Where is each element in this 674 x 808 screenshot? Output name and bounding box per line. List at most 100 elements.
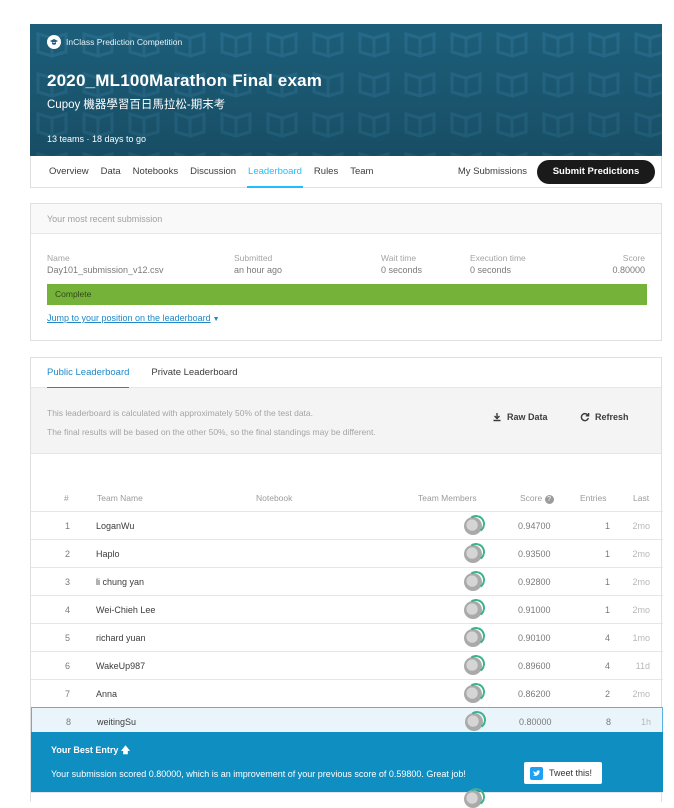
team-member-avatar[interactable] [464,601,482,619]
last-cell: 1h [640,717,651,727]
team-member-avatar[interactable] [464,573,482,591]
score-label: Score [622,253,645,263]
tab-team[interactable]: Team [349,156,374,188]
score-cell: 0.90100 [518,633,551,643]
team-member-avatar[interactable] [464,657,482,675]
competition-nav: Overview Data Notebooks Discussion Leade… [30,156,662,188]
tab-private-leaderboard[interactable]: Private Leaderboard [151,358,237,388]
graduation-cap-icon [47,35,61,49]
competition-meta: 13 teams · 18 days to go [47,134,147,144]
entries-cell: 2 [604,689,610,699]
entries-cell: 1 [604,605,610,615]
entries-cell: 1 [604,549,610,559]
table-row[interactable]: 2 Haplo 0.93500 1 2mo [31,539,663,567]
table-row-partial [31,790,663,808]
rank-cell: 5 [65,633,71,643]
submission-wait-time: Wait time 0 seconds [381,253,422,275]
team-member-avatar[interactable] [464,790,482,808]
leaderboard-tabs: Public Leaderboard Private Leaderboard [31,358,661,389]
help-icon[interactable]: ? [544,495,554,504]
team-name-cell[interactable]: Anna [96,689,117,699]
recent-submission-heading: Your most recent submission [31,204,661,234]
score-cell: 0.80000 [519,717,552,727]
info-line-1: This leaderboard is calculated with appr… [47,408,314,418]
team-name-cell[interactable]: li chung yan [96,577,144,587]
competition-title: 2020_ML100Marathon Final exam [47,71,323,90]
twitter-icon [530,766,543,780]
col-score[interactable]: Score ? [520,493,554,504]
last-cell: 2mo [632,549,650,559]
table-row[interactable]: 8 weitingSu 0.80000 8 1h [31,707,663,735]
jump-link-label: Jump to your position on the leaderboard [47,313,211,323]
team-member-avatar[interactable] [464,517,482,535]
submission-name: Name Day101_submission_v12.csv [47,253,164,275]
submission-score: Score 0.80000 [612,253,645,275]
col-score-label: Score [520,493,543,503]
team-member-avatar[interactable] [464,685,482,703]
team-member-avatar[interactable] [464,629,482,647]
entries-cell: 4 [604,661,610,671]
last-cell: 11d [635,661,650,671]
tab-rules[interactable]: Rules [313,156,339,188]
rank-cell: 7 [65,689,71,699]
tab-leaderboard[interactable]: Leaderboard [247,156,303,188]
best-entry-banner: Your Best Entry 🡅 Your submission scored… [31,732,663,792]
entries-cell: 8 [605,717,611,727]
submission-submitted: Submitted an hour ago [234,253,282,275]
team-member-avatar[interactable] [465,713,483,731]
tab-notebooks[interactable]: Notebooks [132,156,179,188]
raw-data-label: Raw Data [507,412,548,422]
team-name-cell[interactable]: richard yuan [96,633,146,643]
best-entry-title-label: Your Best Entry [51,745,119,755]
download-icon [493,413,501,422]
entries-cell: 1 [604,577,610,587]
best-entry-message: Your submission scored 0.80000, which is… [51,769,466,779]
last-cell: 2mo [632,577,650,587]
team-name-cell[interactable]: WakeUp987 [96,661,145,671]
tab-discussion[interactable]: Discussion [189,156,237,188]
score-value: 0.80000 [612,265,645,275]
last-cell: 2mo [632,605,650,615]
score-cell: 0.93500 [518,549,551,559]
col-last: Last [633,493,650,503]
score-cell: 0.86200 [518,689,551,699]
tweet-label: Tweet this! [549,768,593,778]
tab-overview[interactable]: Overview [48,156,90,188]
col-notebook: Notebook [256,493,293,503]
table-row[interactable]: 7 Anna 0.86200 2 2mo [31,679,663,707]
refresh-button[interactable]: Refresh [580,412,629,422]
table-row[interactable]: 6 WakeUp987 0.89600 4 11d [31,651,663,679]
table-row[interactable]: 1 LoganWu 0.94700 1 2mo [31,511,663,539]
tab-data[interactable]: Data [100,156,122,188]
rank-cell: 4 [65,605,71,615]
tab-public-leaderboard[interactable]: Public Leaderboard [47,358,130,389]
col-rank: # [64,493,69,503]
team-name-cell[interactable]: LoganWu [96,521,134,531]
col-team-name: Team Name [97,493,143,503]
team-name-cell[interactable]: weitingSu [97,717,136,727]
recent-submission-panel: Your most recent submission Name Day101_… [30,203,662,341]
submit-predictions-button[interactable]: Submit Predictions [537,159,655,184]
last-cell: 2mo [632,521,650,531]
table-row[interactable]: 4 Wei-Chieh Lee 0.91000 1 2mo [31,595,663,623]
team-name-cell[interactable]: Haplo [96,549,120,559]
last-cell: 1mo [632,633,650,643]
jump-to-position-link[interactable]: Jump to your position on the leaderboard… [47,313,220,323]
table-row[interactable]: 5 richard yuan 0.90100 4 1mo [31,623,663,651]
raw-data-button[interactable]: Raw Data [492,412,548,422]
team-name-cell[interactable]: Wei-Chieh Lee [96,605,155,615]
name-value: Day101_submission_v12.csv [47,265,164,275]
table-row[interactable]: 3 li chung yan 0.92800 1 2mo [31,567,663,595]
rank-cell: 6 [65,661,71,671]
my-submissions-link[interactable]: My Submissions [458,166,527,177]
team-member-avatar[interactable] [464,545,482,563]
leaderboard-panel: Public Leaderboard Private Leaderboard T… [30,357,663,808]
info-line-2: The final results will be based on the o… [47,427,376,437]
arrow-up-icon: 🡅 [120,745,131,755]
score-cell: 0.91000 [518,605,551,615]
submitted-value: an hour ago [234,265,283,275]
badge-label: InClass Prediction Competition [66,37,183,47]
refresh-icon [580,413,590,422]
competition-subtitle: Cupoy 機器學習百日馬拉松-期末考 [47,99,226,111]
tweet-button[interactable]: Tweet this! [524,762,602,784]
